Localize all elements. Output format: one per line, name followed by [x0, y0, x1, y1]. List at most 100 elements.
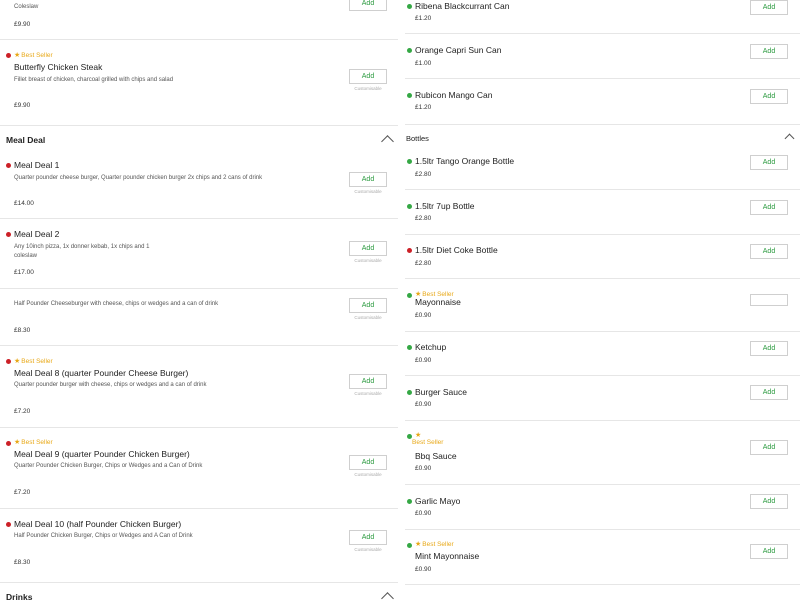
customisable-label: Customisable [354, 472, 382, 477]
item-price: £7.20 [14, 408, 31, 415]
non-veg-indicator [6, 441, 11, 446]
item-price: £9.90 [14, 21, 31, 28]
divider [405, 78, 800, 79]
add-button[interactable]: Add [349, 241, 387, 256]
item-price: £0.90 [415, 357, 432, 364]
divider [405, 189, 800, 190]
item-price: £7.20 [14, 489, 31, 496]
best-seller-badge: ★Best Seller [14, 52, 53, 59]
item-price: £1.20 [415, 104, 432, 111]
chevron-up-icon[interactable] [381, 135, 394, 148]
item-price: £8.30 [14, 327, 31, 334]
add-button[interactable]: Add [750, 200, 788, 215]
item-name: Garlic Mayo [415, 496, 461, 506]
divider [0, 125, 398, 126]
section-title-bottles: Bottles [406, 134, 429, 143]
veg-indicator [407, 4, 412, 9]
add-button[interactable]: Add [750, 89, 788, 104]
item-name: Meal Deal 8 (quarter Pounder Cheese Burg… [14, 368, 189, 378]
veg-indicator [407, 204, 412, 209]
veg-indicator [407, 345, 412, 350]
non-veg-indicator [6, 163, 11, 168]
item-price: £0.90 [415, 312, 432, 319]
add-button[interactable]: Add [349, 298, 387, 313]
item-price: £0.90 [415, 566, 432, 573]
veg-indicator [407, 159, 412, 164]
section-title-drinks: Drinks [6, 592, 33, 600]
customisable-label: Customisable [354, 391, 382, 396]
add-button[interactable]: Add [349, 69, 387, 84]
non-veg-indicator [6, 359, 11, 364]
item-description: Half Pounder Chicken Burger, Chips or We… [14, 533, 193, 539]
item-name: Orange Capri Sun Can [415, 45, 502, 55]
item-price: £9.90 [14, 102, 31, 109]
veg-indicator [407, 293, 412, 298]
star-icon: ★ [14, 52, 21, 59]
item-price: £2.80 [415, 171, 432, 178]
item-description: Quarter pounder cheese burger, Quarter p… [14, 175, 263, 181]
add-button[interactable]: Add [349, 530, 387, 545]
section-title-meal-deal: Meal Deal [6, 135, 46, 145]
best-seller-badge: ★Best Seller [14, 439, 53, 446]
item-price: £1.20 [415, 15, 432, 22]
item-description: Coleslaw [14, 4, 39, 10]
item-description: Quarter pounder burger with cheese, chip… [14, 382, 207, 388]
add-button[interactable]: Add [750, 385, 788, 400]
item-name: Meal Deal 1 [14, 160, 60, 170]
item-description: Half Pounder Cheeseburger with cheese, c… [14, 301, 219, 307]
divider [0, 39, 398, 40]
chevron-up-icon[interactable] [381, 592, 394, 600]
customisable-label: Customisable [354, 258, 382, 263]
non-veg-indicator [6, 232, 11, 237]
add-button[interactable]: Add [750, 44, 788, 59]
item-name: Rubicon Mango Can [415, 90, 493, 100]
best-seller-badge: Best Seller [412, 439, 444, 446]
item-price: £1.00 [415, 60, 432, 67]
item-name: Burger Sauce [415, 387, 467, 397]
divider [405, 420, 800, 421]
divider [0, 218, 398, 219]
item-price: £2.80 [415, 215, 432, 222]
star-icon: ★ [14, 439, 21, 446]
item-price: £0.90 [415, 465, 432, 472]
non-veg-indicator [6, 53, 11, 58]
add-button[interactable]: Add [750, 155, 788, 170]
item-description: Any 10inch pizza, 1x donner kebab, 1x ch… [14, 244, 150, 259]
add-button[interactable]: Add [750, 440, 788, 455]
veg-indicator [407, 93, 412, 98]
add-button[interactable]: Add [349, 455, 387, 470]
add-button[interactable] [750, 294, 788, 306]
add-button[interactable]: Add [750, 494, 788, 509]
customisable-label: Customisable [354, 315, 382, 320]
add-button[interactable]: Add [750, 341, 788, 356]
item-price: £17.00 [14, 269, 34, 276]
add-button[interactable]: Add [750, 244, 788, 259]
item-price: £0.90 [415, 401, 432, 408]
divider [405, 331, 800, 332]
veg-indicator [407, 543, 412, 548]
right-menu-column: Ribena Blackcurrant Can £1.20 Add Orange… [405, 0, 800, 600]
divider [405, 529, 800, 530]
chevron-up-icon[interactable] [784, 133, 795, 144]
add-button[interactable]: Add [349, 0, 387, 11]
item-price: £8.30 [14, 559, 31, 566]
item-description: Fillet breast of chicken, charcoal grill… [14, 77, 174, 83]
add-button[interactable]: Add [349, 172, 387, 187]
item-price: £0.90 [415, 510, 432, 517]
veg-indicator [407, 390, 412, 395]
item-name: 1.5ltr Tango Orange Bottle [415, 156, 515, 166]
add-button[interactable]: Add [750, 544, 788, 559]
item-name: Ketchup [415, 342, 447, 352]
customisable-label: Customisable [354, 547, 382, 552]
item-name: Meal Deal 2 [14, 229, 60, 239]
add-button[interactable]: Add [750, 0, 788, 15]
item-name: Butterfly Chicken Steak [14, 62, 103, 72]
item-name: Meal Deal 9 (quarter Pounder Chicken Bur… [14, 449, 190, 459]
item-name: Mayonnaise [415, 297, 461, 307]
add-button[interactable]: Add [349, 374, 387, 389]
divider [405, 484, 800, 485]
item-description: Quarter Pounder Chicken Burger, Chips or… [14, 463, 203, 469]
best-seller-badge: ★Best Seller [14, 358, 53, 365]
star-icon: ★ [14, 358, 21, 365]
item-name: Meal Deal 10 (half Pounder Chicken Burge… [14, 519, 182, 529]
